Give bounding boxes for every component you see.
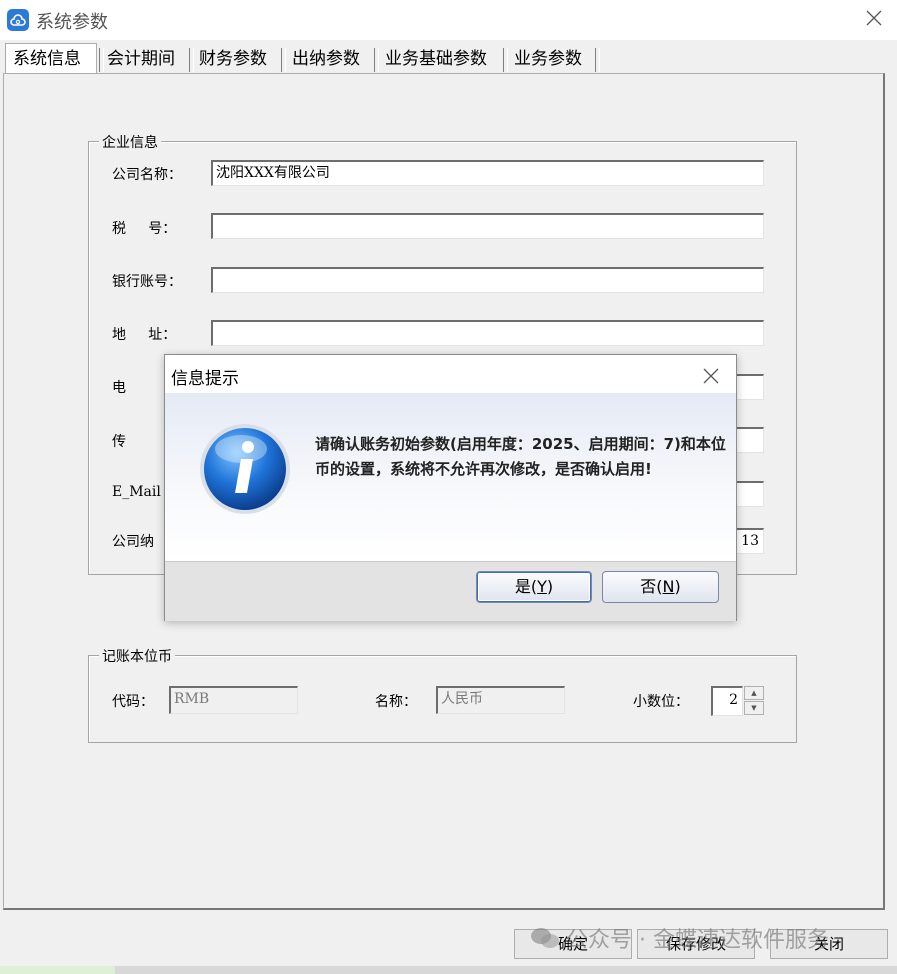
address-field[interactable]	[211, 320, 764, 346]
tax-number-label: 税 号：	[112, 221, 177, 237]
close-icon	[866, 10, 882, 26]
no-button[interactable]: 否(N)	[602, 571, 719, 603]
dialog-body: 请确认账务初始参数(启用年度：2025、启用期间：7)和本位币的设置，系统将不允…	[165, 393, 736, 560]
tab-accounting-periods[interactable]: 会计期间	[107, 44, 187, 74]
wechat-icon	[530, 926, 560, 956]
dialog-close-button[interactable]	[702, 359, 720, 391]
bank-account-label: 银行账号：	[112, 274, 182, 290]
info-icon	[200, 424, 290, 514]
dialog-footer: 是(Y) 否(N)	[165, 561, 736, 621]
decimals-down-button[interactable]: ▼	[744, 701, 764, 715]
tab-separator	[503, 48, 508, 72]
tab-system-info[interactable]: 系统信息	[5, 43, 97, 74]
address-label: 地 址：	[112, 327, 177, 343]
window-close-button[interactable]	[865, 8, 883, 33]
currency-code-field: RMB	[169, 686, 298, 714]
tab-business-base-params[interactable]: 业务基础参数	[385, 44, 500, 74]
tab-separator	[281, 48, 286, 72]
watermark-text: 公众号 · 金蝶速达软件服务	[566, 928, 829, 953]
tab-finance-params[interactable]: 财务参数	[199, 44, 279, 74]
tax-rate-label: 公司纳	[112, 534, 154, 550]
app-cloud-icon	[7, 9, 29, 31]
decimals-label: 小数位：	[633, 694, 689, 710]
info-dialog: 信息提示 请确认账务初始参数(启用年度：2025、启用期间：7)和本位币的设置，…	[164, 354, 737, 621]
bottom-strip	[0, 966, 897, 974]
tab-separator	[595, 48, 600, 72]
company-name-label: 公司名称：	[112, 167, 182, 183]
bank-account-field[interactable]	[211, 267, 764, 293]
currency-code-label: 代码：	[112, 694, 154, 710]
yes-button[interactable]: 是(Y)	[476, 571, 592, 603]
phone-label: 电	[112, 380, 126, 396]
fax-label: 传	[112, 434, 126, 450]
window-title: 系统参数	[36, 12, 108, 33]
tab-separator	[374, 48, 379, 72]
watermark: 公众号 · 金蝶速达软件服务	[530, 922, 829, 956]
currency-name-label: 名称：	[375, 694, 417, 710]
tab-business-params[interactable]: 业务参数	[514, 44, 594, 74]
email-label: E_Mail	[112, 484, 161, 500]
dialog-title: 信息提示	[171, 369, 239, 389]
company-info-legend: 企业信息	[99, 132, 161, 152]
decimals-up-button[interactable]: ▲	[744, 686, 764, 700]
dialog-message: 请确认账务初始参数(启用年度：2025、启用期间：7)和本位币的设置，系统将不允…	[315, 435, 726, 478]
tab-cashier-params[interactable]: 出纳参数	[292, 44, 372, 74]
base-currency-legend: 记账本位币	[99, 646, 175, 666]
decimals-field[interactable]: 2	[711, 686, 743, 716]
company-name-field[interactable]: 沈阳XXX有限公司	[211, 160, 764, 186]
currency-name-field: 人民币	[436, 686, 565, 714]
tab-separator	[189, 48, 194, 72]
tab-separator	[99, 48, 104, 72]
close-icon	[703, 368, 719, 384]
tax-number-field[interactable]	[211, 213, 764, 239]
window-title-bar: 系统参数	[0, 0, 897, 40]
